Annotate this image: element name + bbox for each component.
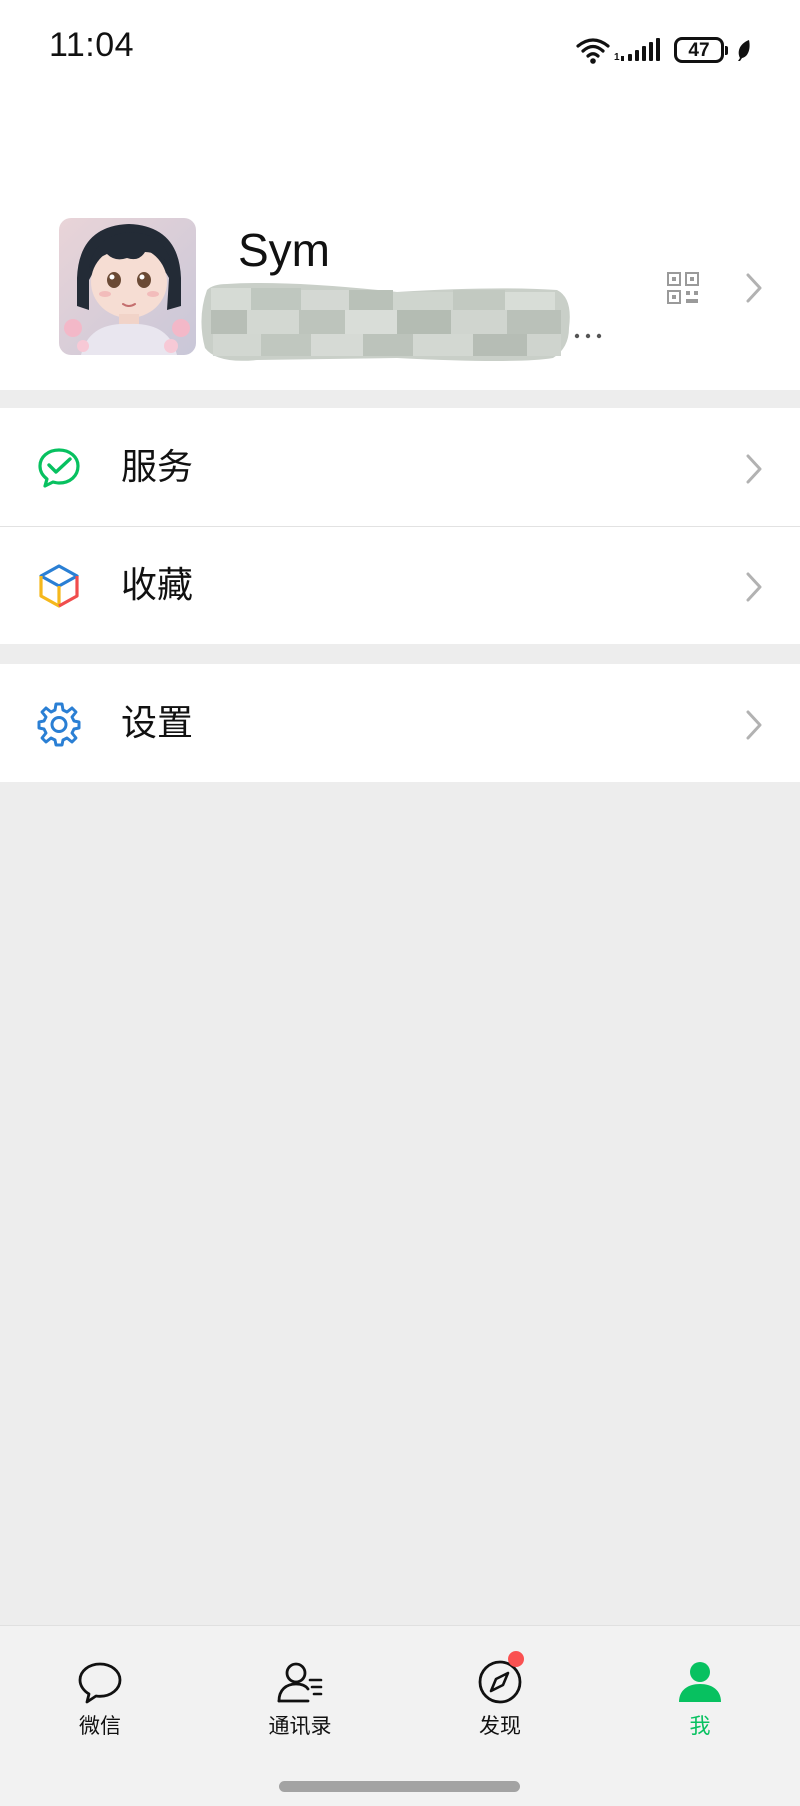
- menu-label-favorites: 收藏: [121, 565, 194, 606]
- settings-icon: [37, 702, 81, 747]
- discover-badge-dot: [508, 1651, 524, 1667]
- menu-label-services: 服务: [121, 447, 194, 488]
- menu-item-settings[interactable]: 设置: [0, 664, 800, 782]
- chevron-right-icon: [746, 572, 762, 602]
- menu-group-settings: 设置: [0, 664, 800, 782]
- wifi-icon: [576, 38, 610, 64]
- me-icon: [679, 1662, 721, 1702]
- tab-label-me: 我: [689, 1714, 711, 1738]
- tab-chats[interactable]: 微信: [40, 1644, 160, 1754]
- avatar[interactable]: [59, 218, 196, 355]
- status-icons: 1 47: [576, 34, 752, 66]
- battery-icon: 47: [674, 37, 728, 63]
- wechat-id-pixelated: …: [197, 268, 607, 368]
- status-time: 11:04: [49, 26, 135, 64]
- chat-icon: [78, 1662, 122, 1704]
- chevron-right-icon[interactable]: [744, 271, 764, 305]
- chevron-right-icon: [746, 454, 762, 484]
- status-bar: 11:04 1 47: [0, 0, 800, 100]
- battery-level: 47: [688, 39, 710, 61]
- tab-contacts[interactable]: 通讯录: [240, 1644, 360, 1754]
- services-icon: [38, 448, 80, 488]
- profile-header[interactable]: Sym …: [0, 100, 800, 390]
- chevron-right-icon: [746, 710, 762, 740]
- qr-code-icon[interactable]: [666, 271, 700, 305]
- home-indicator[interactable]: [279, 1781, 520, 1792]
- tab-label-contacts: 通讯录: [268, 1714, 332, 1738]
- menu-group-services: 服务 收藏: [0, 408, 800, 644]
- tab-label-discover: 发现: [479, 1714, 521, 1738]
- contacts-icon: [277, 1662, 323, 1703]
- menu-label-settings: 设置: [121, 703, 194, 744]
- svg-text:1: 1: [614, 52, 620, 63]
- tab-bar: 微信 通讯录 发现 我: [0, 1625, 800, 1806]
- tab-me[interactable]: 我: [640, 1644, 760, 1754]
- menu-item-favorites[interactable]: 收藏: [0, 526, 800, 644]
- signal-icon: 1: [614, 38, 660, 63]
- menu-item-services[interactable]: 服务: [0, 408, 800, 526]
- favorites-icon: [39, 564, 79, 608]
- leaf-icon: [738, 40, 750, 61]
- tab-label-chats: 微信: [79, 1714, 121, 1738]
- tab-discover[interactable]: 发现: [440, 1644, 560, 1754]
